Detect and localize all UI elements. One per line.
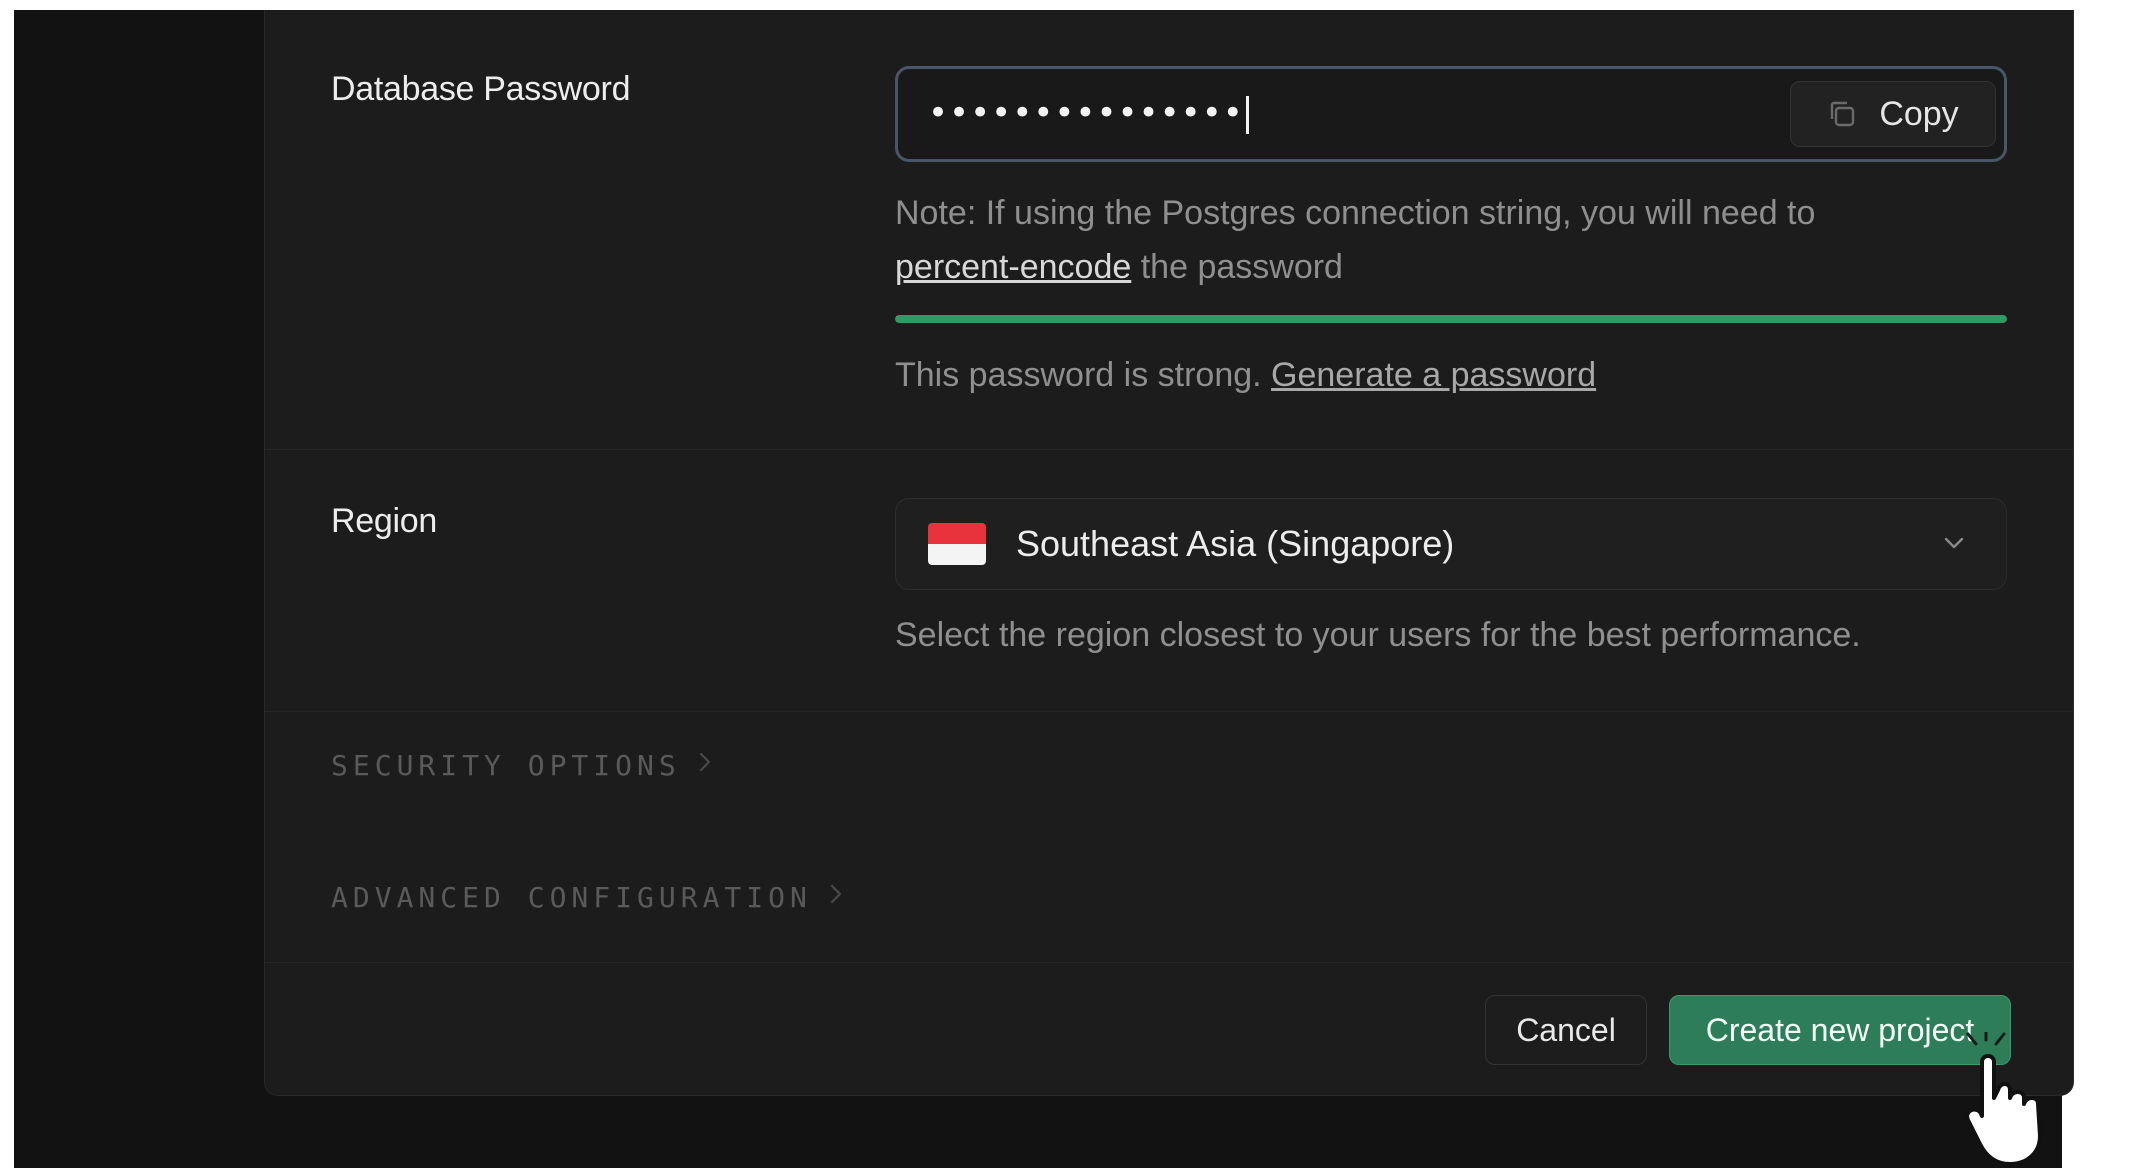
advanced-configuration-label: ADVANCED CONFIGURATION bbox=[331, 881, 812, 914]
password-label: Database Password bbox=[331, 70, 631, 108]
project-settings-panel: Database Password ••••••••••••••• Copy N… bbox=[264, 10, 2074, 1096]
region-label: Region bbox=[331, 502, 437, 540]
region-selected-value: Southeast Asia (Singapore) bbox=[1016, 523, 1455, 564]
copy-label: Copy bbox=[1879, 94, 1959, 133]
security-options-label: SECURITY OPTIONS bbox=[331, 749, 681, 782]
note-text: Note: If using the Postgres connection s… bbox=[895, 194, 1816, 232]
hand-pointer-cursor-icon bbox=[1964, 1026, 2054, 1173]
chevron-right-icon bbox=[826, 880, 846, 915]
copy-button[interactable]: Copy bbox=[1790, 81, 1996, 147]
chevron-down-icon bbox=[1940, 529, 1968, 562]
cancel-button[interactable]: Cancel bbox=[1485, 995, 1647, 1065]
note-suffix: the password bbox=[1140, 248, 1343, 286]
app-screen: Database Password ••••••••••••••• Copy N… bbox=[14, 10, 2074, 1168]
password-row: Database Password ••••••••••••••• Copy N… bbox=[265, 10, 2073, 450]
region-row: Region Southeast Asia (Singapore) Select… bbox=[265, 450, 2073, 712]
form-footer: Cancel Create new project bbox=[265, 962, 2073, 1096]
strength-text: This password is strong. bbox=[895, 356, 1262, 394]
text-caret bbox=[1245, 95, 1249, 134]
password-value[interactable]: ••••••••••••••• bbox=[928, 93, 1249, 134]
advanced-configuration-toggle[interactable]: ADVANCED CONFIGURATION bbox=[331, 880, 846, 915]
region-help-text: Select the region closest to your users … bbox=[895, 616, 1861, 654]
password-strength-fill bbox=[895, 315, 2007, 323]
password-note: Note: If using the Postgres connection s… bbox=[895, 186, 2007, 294]
singapore-flag-icon bbox=[928, 523, 986, 565]
percent-encode-link[interactable]: percent-encode bbox=[895, 248, 1131, 286]
password-strength-message: This password is strong. Generate a pass… bbox=[895, 356, 2007, 395]
copy-icon bbox=[1827, 99, 1857, 129]
security-options-toggle[interactable]: SECURITY OPTIONS bbox=[331, 748, 715, 783]
password-strength-bar bbox=[895, 315, 2007, 323]
password-input[interactable]: ••••••••••••••• Copy bbox=[895, 66, 2007, 162]
generate-password-link[interactable]: Generate a password bbox=[1271, 356, 1596, 394]
region-select[interactable]: Southeast Asia (Singapore) bbox=[895, 498, 2007, 590]
create-new-project-button[interactable]: Create new project bbox=[1669, 995, 2011, 1065]
chevron-right-icon bbox=[695, 748, 715, 783]
